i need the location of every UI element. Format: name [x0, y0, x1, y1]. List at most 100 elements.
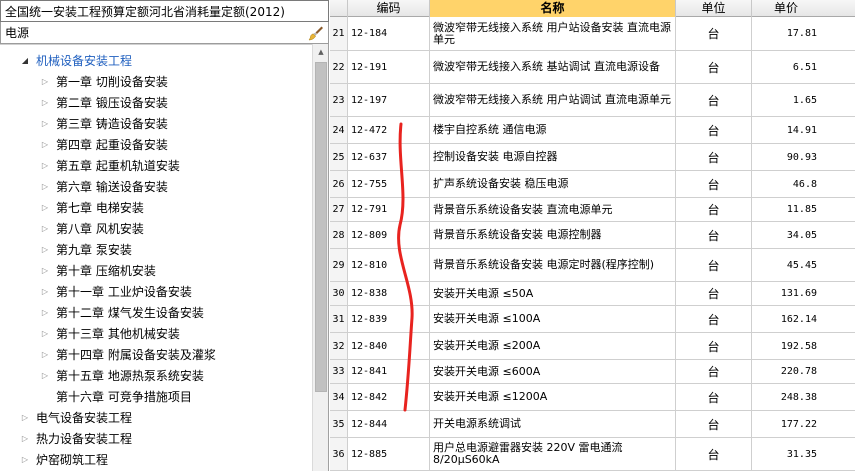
- table-row[interactable]: 28 12-809 背景音乐系统设备安装 电源控制器台 34.05: [330, 222, 855, 249]
- table-row[interactable]: 22 12-191 微波窄带无线接入系统 基站调试 直流电源设备台 6.51: [330, 51, 855, 84]
- cell-price: 248.38: [780, 391, 817, 403]
- table-row[interactable]: 25 12-637 控制设备安装 电源自控器台 90.93: [330, 144, 855, 171]
- cell-code: 12-809: [348, 222, 430, 248]
- tree-item-label: 电气设备安装工程: [36, 411, 133, 425]
- cell-idx: 35: [330, 411, 348, 437]
- tree-item[interactable]: ▷ 电气设备安装工程: [0, 407, 312, 428]
- column-header-unit[interactable]: 单位: [676, 0, 752, 17]
- tree-item-label: 热力设备安装工程: [36, 432, 133, 446]
- collapsed-arrow-icon[interactable]: ▷: [38, 161, 52, 170]
- tree-item[interactable]: ▷ 第三章 铸造设备安装: [0, 113, 312, 134]
- table-row[interactable]: 30 12-838 安装开关电源 ≤50A 台 131.69: [330, 282, 855, 306]
- scroll-up-arrow-icon[interactable]: ▲: [313, 44, 329, 60]
- table-row[interactable]: 33 12-841 安装开关电源 ≤600A 台 220.78: [330, 360, 855, 384]
- tree-item-label: 第十四章 附属设备安装及灌浆: [56, 348, 216, 362]
- tree-item[interactable]: ▷ 第十四章 附属设备安装及灌浆: [0, 344, 312, 365]
- tree-scrollbar[interactable]: ▲: [312, 44, 328, 471]
- search-input[interactable]: [1, 22, 304, 43]
- cell-idx: 33: [330, 360, 348, 383]
- cell-unit: 台: [676, 222, 752, 248]
- tree-item[interactable]: ▷ 第二章 锻压设备安装: [0, 92, 312, 113]
- cell-name: 扩声系统设备安装 稳压电源: [430, 171, 676, 197]
- tree-item[interactable]: ▷ 第四章 起重设备安装: [0, 134, 312, 155]
- cell-idx: 28: [330, 222, 348, 248]
- quota-library-select[interactable]: 全国统一安装工程预算定额河北省消耗量定额(2012): [0, 0, 329, 22]
- collapsed-arrow-icon[interactable]: ▷: [38, 77, 52, 86]
- tree-item[interactable]: ▷ 第十二章 煤气发生设备安装: [0, 302, 312, 323]
- tree-item[interactable]: ▷ 第八章 风机安装: [0, 218, 312, 239]
- left-panel: 全国统一安装工程预算定额河北省消耗量定额(2012) ◢ 机械设备安装工程 ▷ 第一章…: [0, 0, 329, 471]
- collapsed-arrow-icon[interactable]: ▷: [38, 140, 52, 149]
- cell-idx: 25: [330, 144, 348, 170]
- cell-unit: 台: [676, 144, 752, 170]
- table-row[interactable]: 31 12-839 安装开关电源 ≤100A 台 162.14: [330, 306, 855, 333]
- tree-item-label: 第二章 锻压设备安装: [56, 96, 168, 110]
- table-row[interactable]: 21 12-184 微波窄带无线接入系统 用户站设备安装 直流电源单元台 17.81: [330, 17, 855, 51]
- cell-unit: 台: [676, 171, 752, 197]
- tree-item[interactable]: ▷ 第六章 输送设备安装: [0, 176, 312, 197]
- table-row[interactable]: 32 12-840 安装开关电源 ≤200A 台 192.58: [330, 333, 855, 360]
- table-row[interactable]: 23 12-197 微波窄带无线接入系统 用户站调试 直流电源单元台 1.65: [330, 84, 855, 117]
- tree-item[interactable]: ▷ 第七章 电梯安装: [0, 197, 312, 218]
- table-row[interactable]: 29 12-810 背景音乐系统设备安装 电源定时器(程序控制) 台 45.45: [330, 249, 855, 282]
- cell-idx: 36: [330, 438, 348, 470]
- brush-icon[interactable]: [304, 23, 328, 43]
- cell-code: 12-755: [348, 171, 430, 197]
- collapsed-arrow-icon[interactable]: ▷: [18, 434, 32, 443]
- table-row[interactable]: 24 12-472 楼宇自控系统 通信电源台 14.91: [330, 117, 855, 144]
- table-row[interactable]: 34 12-842 安装开关电源 ≤1200A 台 248.38: [330, 384, 855, 411]
- tree-item[interactable]: ▷ 第十章 压缩机安装: [0, 260, 312, 281]
- cell-unit: 台: [676, 438, 752, 470]
- collapsed-arrow-icon[interactable]: ▷: [38, 329, 52, 338]
- cell-code: 12-840: [348, 333, 430, 359]
- cell-code: 12-842: [348, 384, 430, 410]
- grid-header: 编码 名称 单位 单价: [330, 0, 855, 17]
- cell-code: 12-839: [348, 306, 430, 332]
- collapsed-arrow-icon[interactable]: ▷: [38, 245, 52, 254]
- column-header-name[interactable]: 名称: [430, 0, 676, 17]
- tree-item[interactable]: 第十六章 可竞争措施项目: [0, 386, 312, 407]
- column-header-index[interactable]: [330, 0, 348, 17]
- table-row[interactable]: 26 12-755 扩声系统设备安装 稳压电源台 46.8: [330, 171, 855, 198]
- tree-item[interactable]: ▷ 第十三章 其他机械安装: [0, 323, 312, 344]
- collapsed-arrow-icon[interactable]: ▷: [38, 371, 52, 380]
- tree-item-label: 第十章 压缩机安装: [56, 264, 156, 278]
- collapsed-arrow-icon[interactable]: ▷: [38, 98, 52, 107]
- cell-unit: 台: [676, 198, 752, 221]
- table-row[interactable]: 35 12-844 开关电源系统调试台 177.22: [330, 411, 855, 438]
- tree-item[interactable]: ▷ 第九章 泵安装: [0, 239, 312, 260]
- tree-item[interactable]: ▷ 第十五章 地源热泵系统安装: [0, 365, 312, 386]
- collapsed-arrow-icon[interactable]: ▷: [38, 224, 52, 233]
- column-header-code[interactable]: 编码: [348, 0, 430, 17]
- collapsed-arrow-icon[interactable]: ▷: [38, 287, 52, 296]
- table-row[interactable]: 27 12-791 背景音乐系统设备安装 直流电源单元台 11.85: [330, 198, 855, 222]
- tree-item[interactable]: ▷ 炉窑砌筑工程: [0, 449, 312, 470]
- cell-idx: 29: [330, 249, 348, 281]
- column-header-price[interactable]: 单价: [752, 0, 820, 17]
- tree-item[interactable]: ▷ 热力设备安装工程: [0, 428, 312, 449]
- collapsed-arrow-icon[interactable]: ▷: [18, 455, 32, 464]
- scroll-thumb[interactable]: [315, 62, 327, 392]
- tree-item[interactable]: ▷ 第十一章 工业炉设备安装: [0, 281, 312, 302]
- collapsed-arrow-icon[interactable]: ▷: [38, 266, 52, 275]
- cell-price: 17.81: [786, 28, 817, 39]
- tree-item-label: 第五章 起重机轨道安装: [56, 159, 180, 173]
- cell-code: 12-472: [348, 117, 430, 143]
- cell-price: 34.05: [786, 229, 817, 241]
- collapsed-arrow-icon[interactable]: ▷: [38, 308, 52, 317]
- tree-item-label: 第八章 风机安装: [56, 222, 144, 236]
- tree-item-label: 第七章 电梯安装: [56, 201, 144, 215]
- table-row[interactable]: 36 12-885 用户总电源避雷器安装 220V 雷电通流8/20μS60kA 台 3…: [330, 438, 855, 471]
- expanded-arrow-icon[interactable]: ◢: [18, 56, 32, 65]
- collapsed-arrow-icon[interactable]: ▷: [38, 119, 52, 128]
- collapsed-arrow-icon[interactable]: ▷: [38, 350, 52, 359]
- collapsed-arrow-icon[interactable]: ▷: [38, 182, 52, 191]
- tree-item[interactable]: ▷ 第一章 切削设备安装: [0, 71, 312, 92]
- collapsed-arrow-icon[interactable]: ▷: [18, 413, 32, 422]
- tree-item[interactable]: ◢ 机械设备安装工程: [0, 50, 312, 71]
- cell-name: 开关电源系统调试: [430, 411, 676, 437]
- collapsed-arrow-icon[interactable]: ▷: [38, 203, 52, 212]
- tree-item[interactable]: ▷ 第五章 起重机轨道安装: [0, 155, 312, 176]
- cell-price: 31.35: [786, 448, 817, 460]
- cell-idx: 22: [330, 51, 348, 83]
